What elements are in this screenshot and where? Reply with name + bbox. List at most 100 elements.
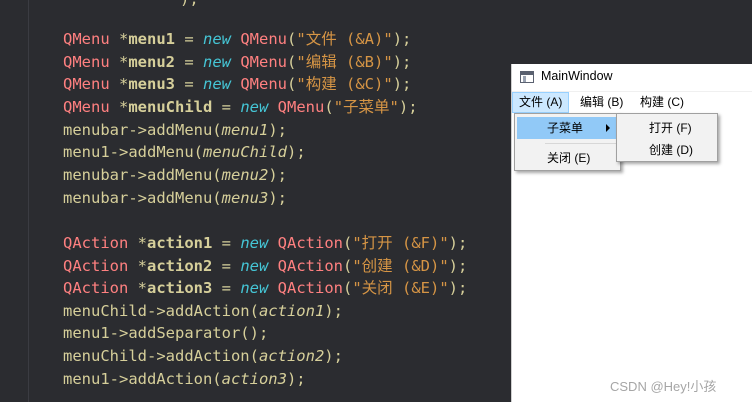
code-token: ( <box>342 233 353 252</box>
code-token: QAction <box>63 256 138 275</box>
child-menu: 打开 (F) 创建 (D) <box>616 113 718 162</box>
code-line: QMenu *menu2 = new QMenu("编辑 (&B)"); <box>63 51 411 73</box>
code-token: QMenu <box>231 52 288 71</box>
code-token: action3 <box>221 369 287 388</box>
code-token: new <box>203 30 232 48</box>
code-token: ); <box>268 165 287 184</box>
code-token: QMenu <box>63 30 119 48</box>
code-token: menu1 <box>128 30 176 48</box>
code-line: menubar->addMenu(menu2); <box>63 164 287 186</box>
code-token: ( <box>342 256 353 275</box>
menu-item-create[interactable]: 创建 (D) <box>619 139 715 161</box>
code-token: QMenu <box>63 52 119 71</box>
code-line: menu1->addMenu(menuChild); <box>63 141 306 163</box>
code-token: * <box>119 75 129 94</box>
main-window[interactable]: MainWindow 文件 (A) 编辑 (B) 构建 (C) 子菜单 关闭 (… <box>511 64 752 402</box>
code-line: menu1->addSeparator(); <box>63 322 268 344</box>
code-token: new <box>203 75 232 94</box>
code-line: QAction *action2 = new QAction("创建 (&D)"… <box>63 255 467 277</box>
code-token: = <box>175 75 204 94</box>
code-line: QMenu *menu1 = new QMenu("文件 (&A)"); <box>63 28 411 50</box>
code-token: menu1 <box>221 120 269 139</box>
code-token: menu1->addAction( <box>63 369 222 388</box>
code-token: = <box>212 279 241 298</box>
code-token: menuChild->addAction( <box>63 347 259 366</box>
code-token: ); <box>268 120 287 139</box>
window-title: MainWindow <box>541 69 613 83</box>
code-token: action1 <box>258 301 325 320</box>
code-line: QMenu *menuChild = new QMenu("子菜单"); <box>63 96 418 118</box>
code-token: ); <box>286 143 306 162</box>
code-token: new <box>240 256 269 275</box>
code-token: = <box>175 30 204 48</box>
menu-item-close-label: 关闭 (E) <box>547 151 591 165</box>
code-token: action2 <box>258 347 325 366</box>
menu-item-open[interactable]: 打开 (F) <box>619 117 715 139</box>
code-token: ( <box>287 52 297 71</box>
submenu-arrow-icon <box>606 124 610 132</box>
code-token: action1 <box>147 233 213 252</box>
code-token: ); <box>448 279 468 298</box>
code-token: menu1->addMenu( <box>63 143 203 162</box>
code-token: menu2 <box>221 165 269 184</box>
menu-item-open-label: 打开 (F) <box>649 121 692 135</box>
code-token: * <box>119 52 129 71</box>
code-token: "编辑 (&B)" <box>296 52 393 71</box>
code-token: "创建 (&D)" <box>352 256 449 275</box>
code-line-cut: ); <box>180 0 199 8</box>
code-token: "文件 (&A)" <box>296 30 393 48</box>
code-token: QMenu <box>63 97 119 116</box>
code-token: menu1->addSeparator(); <box>63 324 269 343</box>
menubar-edit[interactable]: 编辑 (B) <box>574 92 629 113</box>
code-token: menu3 <box>128 75 176 94</box>
code-token: QMenu <box>231 75 288 94</box>
code-line: menuChild->addAction(action2); <box>63 345 343 367</box>
menubar: 文件 (A) 编辑 (B) 构建 (C) <box>512 92 752 113</box>
code-token: ( <box>287 75 297 94</box>
watermark: CSDN @Hey!小孩 <box>610 379 717 394</box>
code-token: ); <box>286 369 306 388</box>
code-token: ); <box>324 301 343 320</box>
code-token: new <box>240 279 269 298</box>
code-token: "打开 (&F)" <box>352 233 449 252</box>
menu-separator <box>545 143 617 144</box>
code-token: * <box>119 97 129 116</box>
window-titlebar[interactable]: MainWindow <box>512 64 752 91</box>
menubar-file[interactable]: 文件 (A) <box>512 92 570 113</box>
code-token: * <box>137 233 147 252</box>
code-token: QMenu <box>63 75 119 94</box>
code-token: QAction <box>63 279 138 298</box>
code-line: menubar->addMenu(menu1); <box>63 119 287 141</box>
code-token: menuChild->addAction( <box>63 301 259 320</box>
code-token: action3 <box>147 279 213 298</box>
code-token: menu2 <box>128 52 176 71</box>
menu-item-close[interactable]: 关闭 (E) <box>517 147 618 169</box>
code-token: = <box>212 256 241 275</box>
code-token: new <box>240 233 269 252</box>
menu-item-submenu[interactable]: 子菜单 <box>517 117 618 139</box>
code-token: ); <box>324 347 343 366</box>
code-token: * <box>137 279 147 298</box>
code-token: ); <box>398 97 418 116</box>
code-token: menu3 <box>221 188 269 207</box>
gutter-divider <box>28 0 29 402</box>
code-token: menubar->addMenu( <box>63 188 222 207</box>
menu-item-submenu-label: 子菜单 <box>547 121 584 135</box>
code-token: QAction <box>268 233 343 252</box>
menubar-build[interactable]: 构建 (C) <box>634 92 690 113</box>
code-token: QAction <box>268 279 343 298</box>
code-line: QAction *action1 = new QAction("打开 (&F)"… <box>63 232 467 254</box>
code-token: menubar->addMenu( <box>63 165 222 184</box>
file-menu: 子菜单 关闭 (E) <box>514 113 621 171</box>
code-token: new <box>203 52 232 71</box>
code-line: QAction *action3 = new QAction("关闭 (&E)"… <box>63 277 467 299</box>
code-token: QMenu <box>268 97 325 116</box>
code-token: menuChild <box>128 97 213 116</box>
code-token: menuChild <box>202 143 287 162</box>
code-token: QAction <box>268 256 343 275</box>
code-token: QMenu <box>231 30 288 48</box>
code-token: ); <box>392 30 412 48</box>
window-app-icon <box>520 71 534 83</box>
code-token: = <box>212 233 241 252</box>
code-token: ); <box>448 233 468 252</box>
